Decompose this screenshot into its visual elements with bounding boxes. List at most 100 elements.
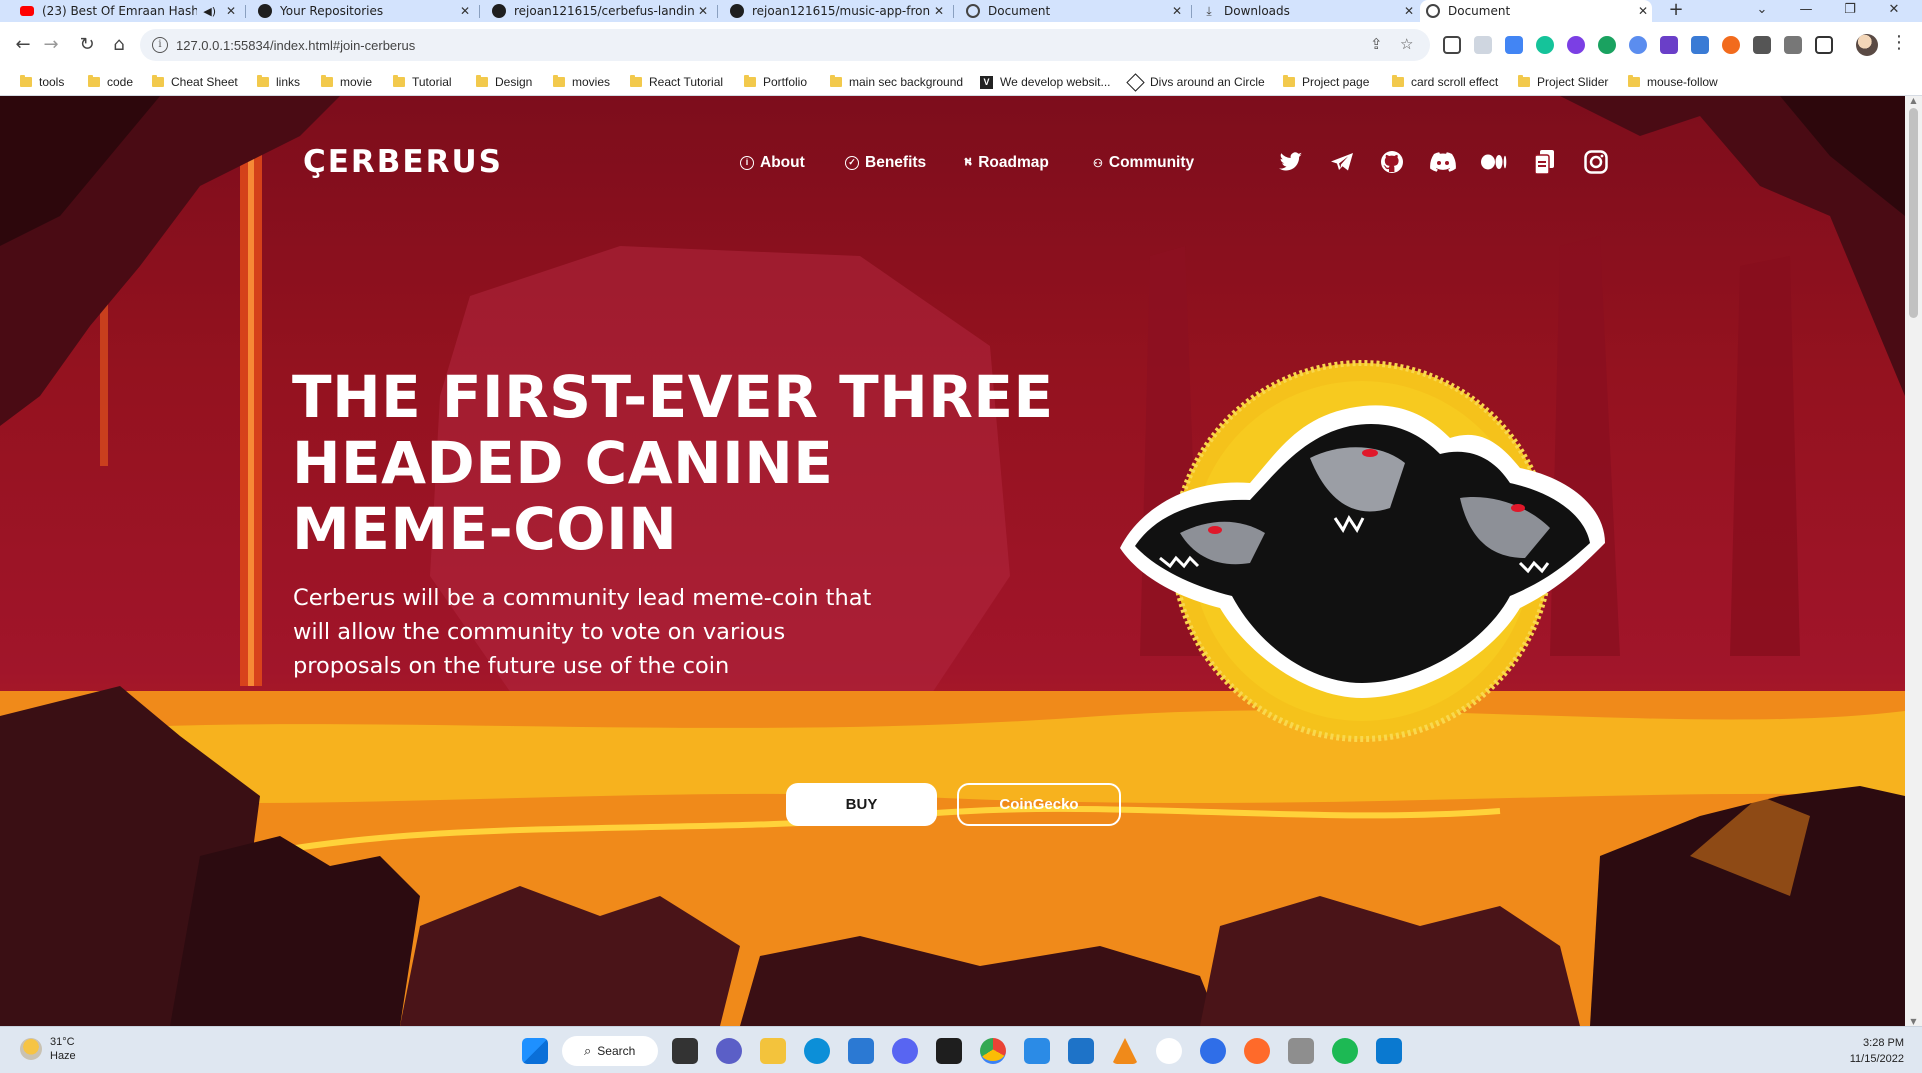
share-icon[interactable]: ⇪ xyxy=(1370,35,1383,53)
bookmark-folder[interactable]: movie xyxy=(321,73,372,91)
bookmark-folder[interactable]: mouse-follow xyxy=(1628,73,1718,91)
url-text[interactable]: 127.0.0.1:55834/index.html#join-cerberus xyxy=(176,38,415,53)
scrollbar-thumb[interactable] xyxy=(1909,108,1918,318)
nav-link-community[interactable]: ⚇ Community xyxy=(1093,154,1194,172)
profile-avatar[interactable] xyxy=(1856,34,1878,56)
bookmark-folder[interactable]: React Tutorial xyxy=(630,73,723,91)
database-icon[interactable] xyxy=(1288,1038,1314,1064)
mongodb-icon[interactable] xyxy=(1156,1038,1182,1064)
bookmark-folder[interactable]: code xyxy=(88,73,133,91)
bookmark-folder[interactable]: Cheat Sheet xyxy=(152,73,238,91)
restore-button[interactable]: ❐ xyxy=(1828,0,1872,22)
extension-icon[interactable] xyxy=(1722,36,1740,54)
vlc-icon[interactable] xyxy=(1112,1038,1138,1064)
menu-kebab-icon[interactable]: ⋮ xyxy=(1890,32,1908,53)
firefox-icon[interactable] xyxy=(1200,1038,1226,1064)
bookmark-folder[interactable]: movies xyxy=(553,73,610,91)
bookmark-folder[interactable]: main sec background xyxy=(830,73,963,91)
close-tab-icon[interactable]: ✕ xyxy=(1400,4,1418,18)
browser-tab[interactable]: rejoan121615/music-app-front- ✕ xyxy=(724,0,948,22)
browser-tab-active[interactable]: Document ✕ xyxy=(1420,0,1652,22)
docs-icon[interactable] xyxy=(1532,149,1558,175)
site-logo[interactable]: ÇERBERUS xyxy=(303,144,503,180)
browser-tab[interactable]: ⤓ Downloads ✕ xyxy=(1196,0,1418,22)
extension-icon[interactable] xyxy=(1474,36,1492,54)
extension-icon[interactable] xyxy=(1629,36,1647,54)
grammarly-icon[interactable] xyxy=(1536,36,1554,54)
start-icon[interactable] xyxy=(522,1038,548,1064)
chrome-icon[interactable] xyxy=(980,1038,1006,1064)
bookmark-folder[interactable]: Tutorial xyxy=(393,73,452,91)
browser-tab[interactable]: Your Repositories ✕ xyxy=(252,0,474,22)
browser-tab[interactable]: rejoan121615/cerbefus-landing ✕ xyxy=(486,0,712,22)
browser-tab[interactable]: (23) Best Of Emraan Hashm ◀) ✕ xyxy=(14,0,240,22)
edge-icon[interactable] xyxy=(804,1038,830,1064)
weather-widget[interactable]: 31°C Haze xyxy=(20,1035,76,1063)
extension-icon[interactable] xyxy=(1691,36,1709,54)
bookmark-folder[interactable]: tools xyxy=(20,73,64,91)
extension-icon[interactable] xyxy=(1443,36,1461,54)
file-explorer-icon[interactable] xyxy=(760,1038,786,1064)
home-icon[interactable]: ⌂ xyxy=(106,32,132,58)
close-tab-icon[interactable]: ✕ xyxy=(930,4,948,18)
browser-tab[interactable]: Document ✕ xyxy=(960,0,1186,22)
telegram-icon[interactable] xyxy=(1329,149,1355,175)
bookmark-folder[interactable]: card scroll effect xyxy=(1392,73,1498,91)
spotify-icon[interactable] xyxy=(1332,1038,1358,1064)
postman-icon[interactable] xyxy=(1244,1038,1270,1064)
bookmark-folder[interactable]: Project Slider xyxy=(1518,73,1608,91)
reload-icon[interactable]: ↻ xyxy=(74,32,100,58)
bookmark-page[interactable]: Divs around an Circle xyxy=(1126,72,1265,92)
translate-icon[interactable] xyxy=(1505,36,1523,54)
bookmark-folder[interactable]: links xyxy=(257,73,300,91)
extension-icon[interactable] xyxy=(1660,36,1678,54)
back-arrow-icon[interactable]: ← xyxy=(10,32,36,58)
speaker-icon[interactable]: ◀) xyxy=(203,5,216,18)
store-icon[interactable] xyxy=(848,1038,874,1064)
close-tab-icon[interactable]: ✕ xyxy=(1634,4,1652,18)
instagram-icon[interactable] xyxy=(1583,149,1609,175)
new-tab-button[interactable]: + xyxy=(1662,0,1690,22)
tab-search-dropdown-icon[interactable]: ⌄ xyxy=(1740,0,1784,22)
close-tab-icon[interactable]: ✕ xyxy=(1168,4,1186,18)
bookmark-star-icon[interactable]: ☆ xyxy=(1400,35,1413,53)
remote-desktop-icon[interactable] xyxy=(1068,1038,1094,1064)
extension-icon[interactable] xyxy=(1598,36,1616,54)
address-bar[interactable]: i 127.0.0.1:55834/index.html#join-cerber… xyxy=(140,29,1430,61)
taskbar-search[interactable]: ⌕ Search xyxy=(562,1036,658,1066)
teams-chat-icon[interactable] xyxy=(716,1038,742,1064)
discord-icon[interactable] xyxy=(1430,149,1456,175)
forward-arrow-icon[interactable]: → xyxy=(38,32,64,58)
close-tab-icon[interactable]: ✕ xyxy=(456,4,474,18)
reading-list-icon[interactable] xyxy=(1784,36,1802,54)
close-tab-icon[interactable]: ✕ xyxy=(694,4,712,18)
page-scrollbar[interactable]: ▲ ▼ xyxy=(1905,96,1922,1026)
figma-icon[interactable] xyxy=(936,1038,962,1064)
close-window-button[interactable]: ✕ xyxy=(1872,0,1916,22)
system-clock[interactable]: 3:28 PM 11/15/2022 xyxy=(1850,1035,1904,1067)
vscode-icon[interactable] xyxy=(1376,1038,1402,1064)
scroll-down-icon[interactable]: ▼ xyxy=(1905,1017,1922,1026)
scroll-up-icon[interactable]: ▲ xyxy=(1905,96,1922,105)
nav-link-about[interactable]: i About xyxy=(740,154,805,172)
todo-icon[interactable] xyxy=(1024,1038,1050,1064)
bookmark-folder[interactable]: Design xyxy=(476,73,532,91)
nav-link-benefits[interactable]: ✓ Benefits xyxy=(845,154,926,172)
task-view-icon[interactable] xyxy=(672,1038,698,1064)
puzzle-icon[interactable] xyxy=(1753,36,1771,54)
side-panel-icon[interactable] xyxy=(1815,36,1833,54)
minimize-button[interactable]: — xyxy=(1784,0,1828,22)
twitter-icon[interactable] xyxy=(1278,149,1304,175)
medium-icon[interactable] xyxy=(1481,149,1507,175)
nav-link-roadmap[interactable]: ⛕ Roadmap xyxy=(964,154,1049,172)
coingecko-button[interactable]: CoinGecko xyxy=(957,783,1121,826)
bookmark-folder[interactable]: Portfolio xyxy=(744,73,807,91)
extension-icon[interactable] xyxy=(1567,36,1585,54)
close-tab-icon[interactable]: ✕ xyxy=(222,4,240,18)
bookmark-folder[interactable]: Project page xyxy=(1283,73,1369,91)
github-icon[interactable] xyxy=(1379,149,1405,175)
bookmark-page[interactable]: V We develop websit... xyxy=(980,73,1111,91)
buy-button[interactable]: BUY xyxy=(786,783,937,826)
site-info-icon[interactable]: i xyxy=(152,37,168,53)
discord-app-icon[interactable] xyxy=(892,1038,918,1064)
